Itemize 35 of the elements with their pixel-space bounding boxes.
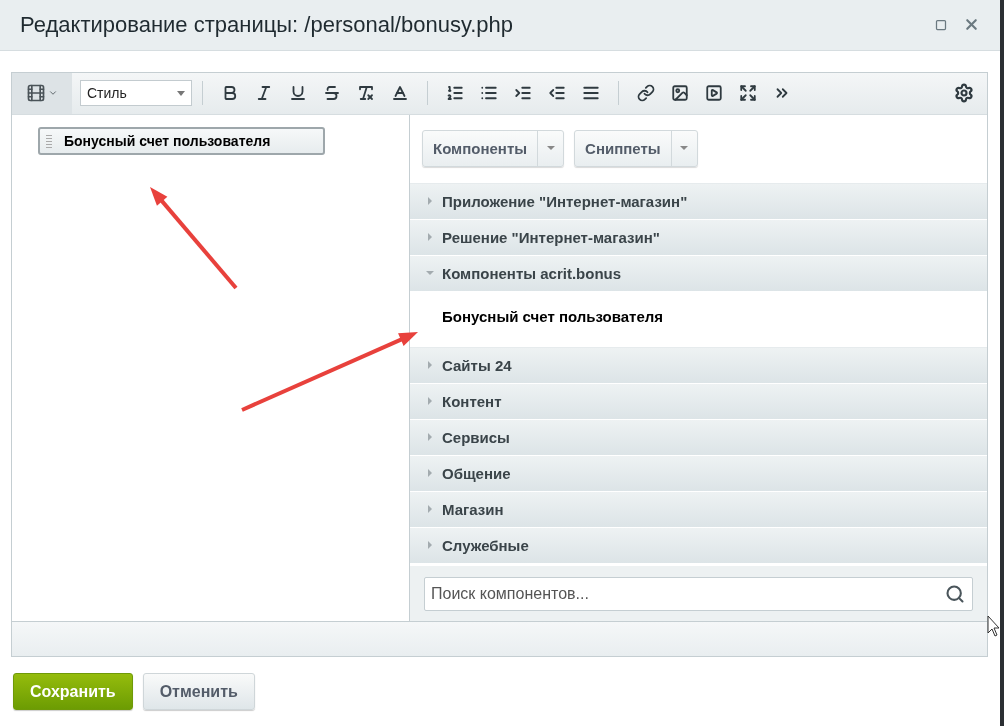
caret-right-icon (426, 197, 434, 206)
section-header[interactable]: Решение "Интернет-магазин" (410, 219, 987, 256)
section-header[interactable]: Сервисы (410, 419, 987, 456)
search-icon[interactable] (945, 583, 965, 604)
split-button[interactable]: Сниппеты (574, 129, 698, 167)
caret-right-icon (426, 541, 434, 550)
grip-icon (46, 133, 52, 148)
caret-icon (680, 146, 689, 151)
section-header[interactable]: Сайты 24 (410, 347, 987, 384)
caret-icon (546, 146, 555, 151)
component-item[interactable]: Бонусный счет пользователя (442, 307, 987, 325)
split-button[interactable]: Компоненты (422, 129, 565, 167)
block-label: Бонусный счет пользователя (64, 132, 271, 149)
window-title: Редактирование страницы: /personal/bonusy.php (20, 11, 515, 38)
section-header[interactable]: Компоненты acrit.bonus (410, 255, 987, 292)
caret-down-icon (426, 269, 434, 278)
film-icon[interactable] (12, 72, 72, 114)
caret-right-icon (426, 433, 434, 442)
section-header[interactable]: Контент (410, 383, 987, 420)
caret-right-icon (426, 233, 434, 242)
section-header[interactable]: Магазин (410, 491, 987, 528)
section-header[interactable]: Приложение "Интернет-магазин" (410, 183, 987, 220)
style-select[interactable]: Стиль (80, 80, 192, 107)
caret-right-icon (426, 397, 434, 406)
cancel-button[interactable]: Отменить (142, 673, 255, 710)
section-header[interactable]: Общение (410, 455, 987, 492)
caret-icon (177, 90, 185, 96)
maximize-icon[interactable] (935, 18, 947, 31)
caret-right-icon (426, 469, 434, 478)
settings-icon[interactable] (953, 82, 975, 105)
caret-right-icon (426, 505, 434, 514)
section-header[interactable]: Служебные (410, 527, 987, 564)
caret-right-icon (426, 361, 434, 370)
search-field[interactable]: Поиск компонентов... (424, 576, 973, 611)
component-block[interactable]: Бонусный счет пользователя (38, 126, 325, 155)
